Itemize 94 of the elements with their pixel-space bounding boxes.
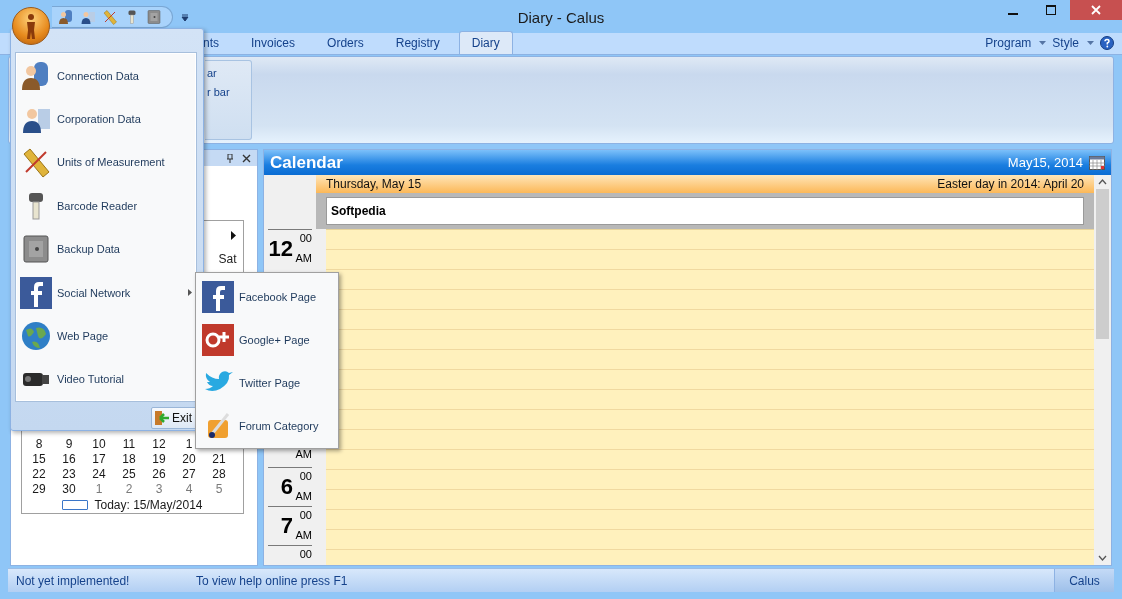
- exit-door-icon: [154, 410, 170, 426]
- help-icon[interactable]: [1100, 36, 1114, 50]
- close-button[interactable]: [1070, 0, 1122, 20]
- minutes-label: 00: [299, 231, 312, 246]
- calendar-day[interactable]: 10: [92, 436, 106, 451]
- menu-item[interactable]: Corporation Data: [16, 97, 196, 141]
- calendar-day[interactable]: 28: [212, 466, 226, 481]
- calendar-day[interactable]: 20: [182, 451, 196, 466]
- calendar-date: May15, 2014: [1007, 155, 1083, 170]
- day-title: Thursday, May 15: [326, 177, 422, 191]
- quick-access-button[interactable]: [102, 8, 118, 26]
- google-plus-icon: [202, 323, 234, 356]
- menu-item[interactable]: Video Tutorial: [16, 357, 196, 401]
- close-icon: [1091, 5, 1101, 15]
- status-app-name: Calus: [1054, 569, 1114, 592]
- exit-button[interactable]: Exit: [151, 407, 197, 429]
- menu-item[interactable]: Google+ Page: [196, 318, 338, 362]
- quick-access-button[interactable]: [58, 8, 74, 26]
- today-marker: [62, 499, 89, 510]
- minutes-label: 00: [299, 508, 312, 523]
- safe-icon: [20, 233, 52, 266]
- hour-label: 7: [280, 512, 293, 540]
- calendar-day[interactable]: 16: [62, 451, 76, 466]
- calendar-day[interactable]: 30: [62, 481, 76, 496]
- calendar-day[interactable]: 3: [155, 481, 163, 496]
- minimize-icon: [1008, 12, 1018, 15]
- ribbon-menu[interactable]: Style: [1052, 36, 1094, 50]
- customize-toolbar-icon[interactable]: [181, 14, 189, 22]
- menu-item[interactable]: Forum Category: [196, 404, 338, 448]
- calendar-day[interactable]: 29: [32, 481, 46, 496]
- calendar-day[interactable]: 19: [152, 451, 166, 466]
- period-label: AM: [295, 251, 312, 265]
- calendar-day[interactable]: 17: [92, 451, 106, 466]
- ribbon-tab[interactable]: Registry: [382, 31, 453, 54]
- calendar-day[interactable]: 5: [215, 481, 223, 496]
- status-message: Not yet implemented!: [15, 573, 131, 588]
- calendar-title: Calendar: [270, 152, 343, 173]
- window-title: Diary - Calus: [517, 9, 605, 26]
- ribbon-tab[interactable]: Diary: [458, 31, 513, 54]
- caret-icon: [1087, 41, 1094, 45]
- caret-icon: [1039, 41, 1047, 45]
- calendar-day[interactable]: 11: [122, 436, 136, 451]
- all-day-event[interactable]: Softpedia: [326, 197, 1084, 225]
- calendar-day[interactable]: 15: [32, 451, 46, 466]
- calendar-day[interactable]: 1: [95, 481, 103, 496]
- ribbon-item[interactable]: r bar: [205, 86, 251, 98]
- calendar-day[interactable]: 4: [185, 481, 193, 496]
- calendar-day[interactable]: 12: [152, 436, 166, 451]
- calendar-day[interactable]: 9: [65, 436, 73, 451]
- period-label: AM: [295, 528, 312, 542]
- quick-access-button[interactable]: [146, 8, 162, 26]
- ribbon-tab[interactable]: nts: [190, 31, 232, 54]
- period-label: AM: [295, 447, 312, 461]
- ribbon-tab[interactable]: Invoices: [238, 31, 309, 54]
- calendar-day[interactable]: 24: [92, 466, 106, 481]
- facebook-icon: [20, 276, 52, 309]
- menu-item[interactable]: Web Page: [16, 314, 196, 358]
- menu-item[interactable]: Social Network: [16, 270, 196, 315]
- hour-label: 12: [268, 235, 293, 263]
- weekday-label: Sat: [217, 252, 238, 266]
- menu-item[interactable]: Barcode Reader: [16, 184, 196, 228]
- holiday-note: Easter day in 2014: April 20: [937, 177, 1084, 191]
- calendar-day[interactable]: 26: [152, 466, 166, 481]
- today-label[interactable]: Today: 15/May/2014: [94, 497, 203, 512]
- ribbon-tab[interactable]: Orders: [314, 31, 377, 54]
- minutes-label: 00: [299, 547, 312, 562]
- close-icon[interactable]: [242, 153, 251, 163]
- next-month-icon[interactable]: [231, 230, 236, 240]
- period-label: AM: [295, 489, 312, 503]
- pin-icon[interactable]: [226, 153, 234, 163]
- globe-icon: [20, 319, 52, 352]
- menu-item[interactable]: Backup Data: [16, 227, 196, 271]
- ribbon-item[interactable]: ar: [205, 67, 251, 79]
- menu-item[interactable]: Twitter Page: [196, 361, 338, 405]
- menu-item[interactable]: Connection Data: [16, 54, 196, 98]
- minutes-label: 00: [299, 469, 312, 484]
- status-help: To view help online press F1: [195, 573, 348, 588]
- calendar-day[interactable]: 18: [122, 451, 136, 466]
- calendar-icon[interactable]: [1089, 155, 1105, 170]
- calendar-day[interactable]: 21: [212, 451, 226, 466]
- hour-label: 6: [280, 473, 293, 501]
- menu-item[interactable]: Facebook Page: [196, 275, 338, 319]
- calendar-day[interactable]: 8: [35, 436, 43, 451]
- facebook-icon: [202, 280, 234, 313]
- application-button[interactable]: [12, 7, 50, 45]
- ribbon-menu[interactable]: Program: [985, 36, 1047, 50]
- maximize-icon: [1046, 5, 1056, 15]
- calendar-day[interactable]: 25: [122, 466, 136, 481]
- calendar-day[interactable]: 1: [185, 436, 193, 451]
- calendar-day[interactable]: 23: [62, 466, 76, 481]
- calendar-day[interactable]: 27: [182, 466, 196, 481]
- calendar-day[interactable]: 2: [125, 481, 133, 496]
- calendar-day[interactable]: 22: [32, 466, 46, 481]
- menu-item[interactable]: Units of Measurement: [16, 140, 196, 185]
